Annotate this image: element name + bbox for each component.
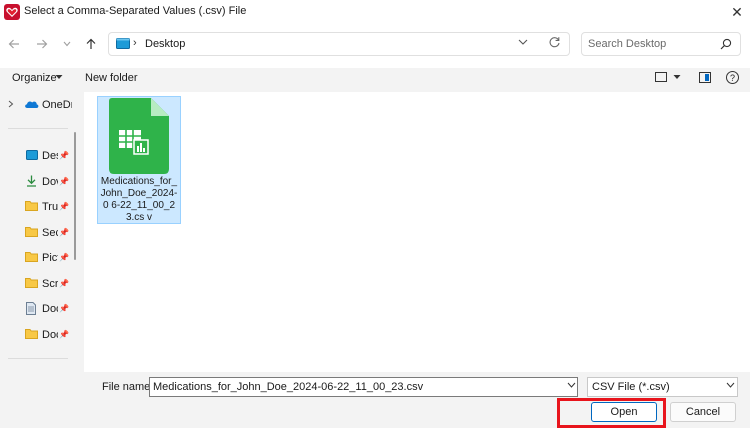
search-placeholder: Search Desktop [588,38,667,50]
file-name-value: Medications_for_John_Doe_2024-06-22_11_0… [153,381,424,393]
back-button[interactable] [4,34,24,54]
folder-icon [25,201,38,211]
breadcrumb-separator: › [133,37,137,49]
nav-item-desktop[interactable]: Des [42,150,58,162]
nav-divider [8,128,68,129]
nav-item-folder[interactable]: Tru [42,201,58,213]
nav-item-screenshots[interactable]: Scre [42,278,58,290]
folder-icon [25,227,38,237]
nav-item-folder[interactable]: Doc [42,329,58,341]
pin-icon: 📌 [59,330,69,339]
search-icon [720,38,732,50]
pin-icon: 📌 [59,304,69,313]
folder-icon [25,278,38,288]
pin-icon: 📌 [59,202,69,211]
breadcrumb-desktop[interactable]: Desktop [145,38,185,50]
arrow-up-icon [86,38,96,49]
chevron-down-icon [63,41,71,47]
cancel-button[interactable]: Cancel [670,402,736,422]
close-button[interactable]: ✕ [726,2,748,22]
up-button[interactable] [81,34,101,54]
chevron-right-icon[interactable] [8,100,14,108]
chevron-down-icon[interactable] [518,38,528,46]
caret-down-icon[interactable] [55,74,63,80]
preview-pane-icon[interactable] [699,72,711,83]
file-type-value: CSV File (*.csv) [592,381,670,393]
nav-item-folder[interactable]: Sec [42,227,58,239]
file-list [84,92,750,372]
pin-icon: 📌 [59,151,69,160]
open-button[interactable]: Open [591,402,657,422]
caret-down-icon[interactable] [673,74,681,80]
nav-scrollbar[interactable] [74,132,76,260]
arrow-left-icon [8,39,19,49]
window-title: Select a Comma-Separated Values (.csv) F… [24,5,247,17]
document-icon [26,302,36,315]
onedrive-icon [25,101,39,108]
file-name-label: File name: [102,381,154,393]
chevron-down-icon[interactable] [567,382,576,388]
view-options-icon[interactable] [655,72,667,82]
desktop-icon [116,38,130,49]
pin-icon: 📌 [59,279,69,288]
pin-icon: 📌 [59,228,69,237]
nav-item-downloads[interactable]: Dov [42,176,58,188]
organize-button[interactable]: Organize [12,72,57,84]
help-icon[interactable]: ? [726,71,739,84]
download-icon [27,175,36,187]
arrow-right-icon [37,39,48,49]
pin-icon: 📌 [59,177,69,186]
new-folder-button[interactable]: New folder [85,72,138,84]
refresh-icon[interactable] [548,36,561,49]
close-icon: ✕ [731,3,743,20]
folder-icon [25,252,38,262]
nav-item-pictures[interactable]: Pict [42,252,58,264]
nav-item-documents[interactable]: Doc [42,303,58,315]
nav-divider [8,358,68,359]
csv-spreadsheet-icon [109,98,169,174]
forward-button[interactable] [32,34,52,54]
desktop-icon [26,150,38,160]
nav-item-onedrive[interactable]: OneDr [42,99,72,111]
file-name-label: Medications_for_ John_Doe_2024-0 6-22_11… [100,176,178,223]
recent-locations-button[interactable] [57,34,77,54]
pin-icon: 📌 [59,253,69,262]
chevron-down-icon[interactable] [726,382,735,388]
folder-icon [25,329,38,339]
app-heart-icon [4,4,20,20]
